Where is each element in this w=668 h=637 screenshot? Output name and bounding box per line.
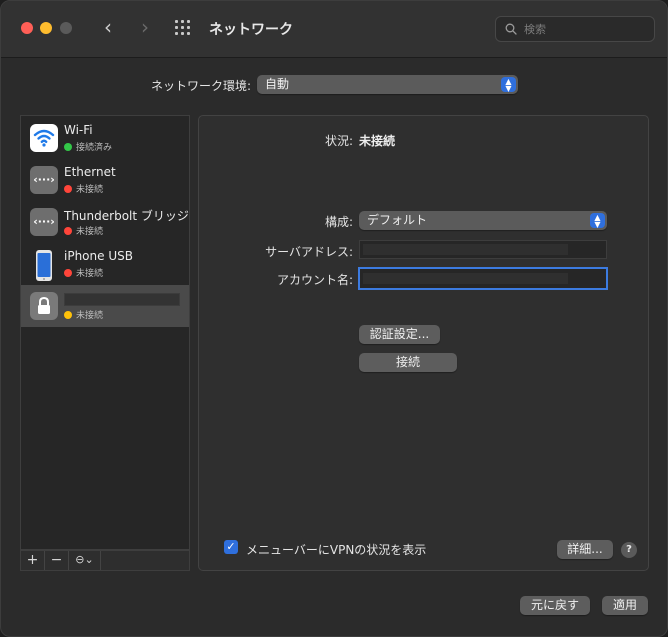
- search-field[interactable]: [495, 16, 655, 42]
- server-address-label: サーバアドレス:: [265, 245, 353, 259]
- service-status: 未接続: [64, 224, 103, 237]
- service-item-vpn[interactable]: 未接続: [21, 285, 189, 327]
- window-title: ネットワーク: [209, 22, 293, 38]
- server-address-field[interactable]: [359, 240, 607, 259]
- configuration-label: 構成:: [324, 215, 353, 229]
- redacted-value: [363, 244, 568, 255]
- zoom-window-button[interactable]: [60, 22, 72, 34]
- connect-button[interactable]: 接続: [359, 353, 457, 372]
- account-name-label: アカウント名:: [276, 273, 353, 287]
- service-status: 未接続: [64, 266, 103, 279]
- advanced-button[interactable]: 詳細...: [557, 540, 613, 559]
- account-name-field[interactable]: [358, 267, 608, 290]
- service-item-wifi[interactable]: Wi-Fi 接続済み: [21, 117, 189, 159]
- wifi-icon: [30, 124, 58, 152]
- service-name: iPhone USB: [64, 249, 133, 263]
- minimize-window-button[interactable]: [40, 22, 52, 34]
- chevron-left-icon[interactable]: ‹: [97, 17, 119, 39]
- service-item-iphone-usb[interactable]: iPhone USB 未接続: [21, 243, 189, 285]
- redacted-value: [363, 273, 568, 284]
- service-item-ethernet[interactable]: ‹···› Ethernet 未接続: [21, 159, 189, 201]
- service-name-redacted: [64, 293, 180, 306]
- service-status: 接続済み: [64, 140, 112, 153]
- status-dot: [64, 269, 72, 277]
- show-all-grid-icon[interactable]: [175, 20, 193, 38]
- apply-button[interactable]: 適用: [602, 596, 648, 615]
- close-window-button[interactable]: [21, 22, 33, 34]
- show-vpn-status-checkbox[interactable]: ✓: [224, 540, 238, 554]
- vpn-lock-icon: [30, 292, 58, 320]
- help-button[interactable]: ?: [621, 542, 637, 558]
- add-service-button[interactable]: +: [21, 551, 45, 570]
- action-menu-button[interactable]: ⊖⌄: [69, 551, 101, 570]
- location-label: ネットワーク環境:: [151, 79, 252, 93]
- search-input[interactable]: [524, 21, 646, 38]
- location-value: 自動: [265, 77, 290, 91]
- status-value: 未接続: [359, 134, 396, 148]
- system-preferences-window: ‹ › ネットワーク ネットワーク環境: 自動 ▲▼: [0, 0, 668, 637]
- remove-service-button[interactable]: −: [45, 551, 69, 570]
- configuration-popup[interactable]: デフォルト ▲ ▼: [359, 211, 607, 230]
- status-dot: [64, 227, 72, 235]
- service-list: Wi-Fi 接続済み ‹···› Ethernet 未接続 ‹···› Thun…: [20, 115, 190, 550]
- authentication-settings-button[interactable]: 認証設定...: [359, 325, 440, 344]
- status-label: 状況:: [324, 134, 353, 148]
- status-dot: [64, 143, 72, 151]
- revert-button[interactable]: 元に戻す: [520, 596, 590, 615]
- service-name: Wi-Fi: [64, 123, 93, 137]
- service-name: Thunderbolt ブリッジ: [64, 209, 189, 223]
- status-dot: [64, 311, 72, 319]
- popup-stepper-icon: ▲ ▼: [501, 77, 516, 93]
- service-name: Ethernet: [64, 165, 116, 179]
- ethernet-icon: ‹···›: [30, 166, 58, 194]
- popup-stepper-icon: ▲ ▼: [590, 213, 605, 229]
- iphone-icon: [30, 250, 58, 281]
- service-status: 未接続: [64, 182, 103, 195]
- service-status: 未接続: [64, 308, 103, 321]
- chevron-right-icon[interactable]: ›: [134, 17, 156, 39]
- show-vpn-status-label[interactable]: メニューバーにVPNの状況を表示: [246, 541, 426, 558]
- thunderbolt-bridge-icon: ‹···›: [30, 208, 58, 236]
- titlebar: ‹ › ネットワーク: [1, 1, 667, 58]
- location-popup[interactable]: 自動 ▲ ▼: [257, 75, 518, 94]
- service-list-toolbar: + − ⊖⌄: [20, 550, 190, 571]
- status-dot: [64, 185, 72, 193]
- search-icon: [505, 23, 517, 35]
- configuration-value: デフォルト: [367, 213, 428, 227]
- service-item-thunderbolt-bridge[interactable]: ‹···› Thunderbolt ブリッジ 未接続: [21, 201, 189, 243]
